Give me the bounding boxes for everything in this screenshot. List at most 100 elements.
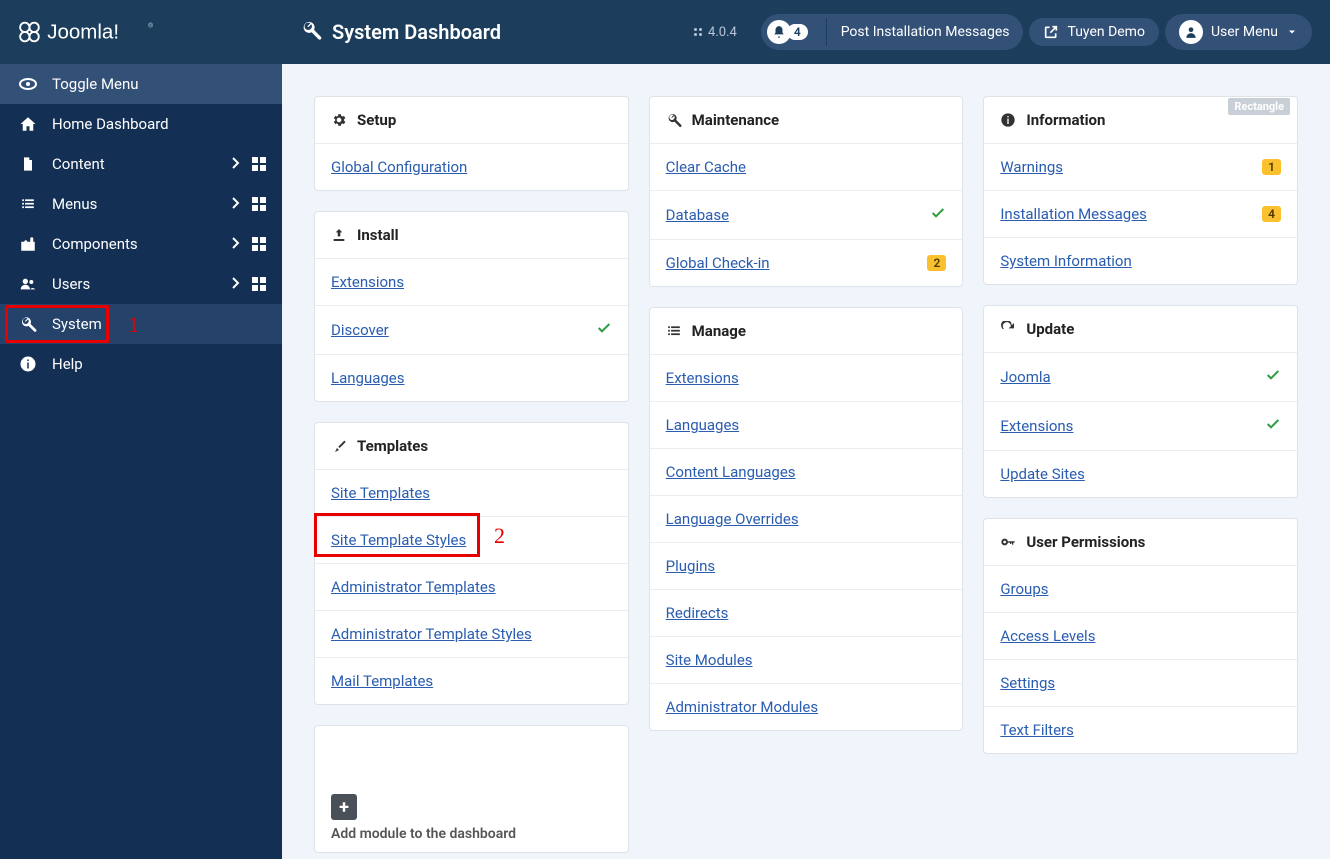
link-languages[interactable]: Languages [331,369,612,387]
card-link-row: Extensions [650,354,963,401]
link-global-configuration[interactable]: Global Configuration [331,158,612,176]
svg-text:Joomla!: Joomla! [47,21,119,44]
infod-icon [1000,112,1016,128]
card-link-row: Language Overrides [650,495,963,542]
card-link-row: Site Templates [315,469,628,516]
card-title: Information [1026,111,1105,129]
count-badge: 4 [1262,206,1281,222]
card-link-row: Languages [315,354,628,401]
count-badge: 2 [927,255,946,271]
sidebar-item-menus[interactable]: Menus [0,184,282,224]
link-database[interactable]: Database [666,206,931,224]
card-title: User Permissions [1026,533,1145,551]
check-icon [1265,367,1281,387]
joomla-logo-icon: Joomla!® [12,18,172,46]
toggle-icon [16,78,40,90]
version-indicator[interactable]: 4.0.4 [692,25,737,40]
card-information: InformationWarnings1Installation Message… [983,96,1298,285]
toggle-menu-label: Toggle Menu [52,75,139,93]
link-administrator-template-styles[interactable]: Administrator Template Styles [331,625,612,643]
key-icon [1000,534,1016,550]
card-install: Install Extensions Discover Languages [314,211,629,402]
card-setup: Setup Global Configuration [314,96,629,191]
link-extensions[interactable]: Extensions [331,273,612,291]
card-maintenance: MaintenanceClear CacheDatabaseGlobal Che… [649,96,964,287]
link-joomla[interactable]: Joomla [1000,368,1265,386]
link-mail-templates[interactable]: Mail Templates [331,672,612,690]
link-site-template-styles[interactable]: Site Template Styles [331,531,612,549]
link-site-templates[interactable]: Site Templates [331,484,612,502]
card-header: Install [315,212,628,258]
dashboard-grid-icon[interactable] [252,277,266,291]
link-access-levels[interactable]: Access Levels [1000,627,1281,645]
notifications-pill[interactable]: 4 Post Installation Messages [761,14,1024,50]
link-installation-messages[interactable]: Installation Messages [1000,205,1262,223]
users-icon [16,276,40,292]
link-clear-cache[interactable]: Clear Cache [666,158,947,176]
link-redirects[interactable]: Redirects [666,604,947,622]
link-update-sites[interactable]: Update Sites [1000,465,1281,483]
card-link-row: Global Configuration [315,143,628,190]
sidebar-item-home-dashboard[interactable]: Home Dashboard [0,104,282,144]
link-content-languages[interactable]: Content Languages [666,463,947,481]
refresh-icon [1000,321,1016,337]
card-link-row: Administrator Modules [650,683,963,730]
sidebar-item-users[interactable]: Users [0,264,282,304]
card-manage: Manage Extensions Languages Content Languag… [649,307,964,731]
chevron-right-icon [232,275,240,293]
user-icon [1179,20,1203,44]
card-title: Setup [357,111,396,129]
link-administrator-modules[interactable]: Administrator Modules [666,698,947,716]
card-title: Templates [357,437,428,455]
link-discover[interactable]: Discover [331,321,596,339]
link-settings[interactable]: Settings [1000,674,1281,692]
link-global-check-in[interactable]: Global Check-in [666,254,928,272]
card-link-row: Languages [650,401,963,448]
upload-icon [331,227,347,243]
link-groups[interactable]: Groups [1000,580,1281,598]
link-language-overrides[interactable]: Language Overrides [666,510,947,528]
page-title: System Dashboard [332,20,692,44]
link-system-information[interactable]: System Information [1000,252,1281,270]
card-link-row: Global Check-in2 [650,239,963,286]
dashboard-grid-icon[interactable] [252,157,266,171]
link-languages[interactable]: Languages [666,416,947,434]
card-title: Update [1026,320,1074,338]
link-site-modules[interactable]: Site Modules [666,651,947,669]
chevron-right-icon [232,155,240,173]
link-text-filters[interactable]: Text Filters [1000,721,1281,739]
sidebar-item-label: Components [52,235,232,253]
dashboard-grid-icon[interactable] [252,237,266,251]
link-warnings[interactable]: Warnings [1000,158,1262,176]
card-link-row: Installation Messages4 [984,190,1297,237]
user-menu-pill[interactable]: User Menu [1165,14,1312,50]
sidebar-item-components[interactable]: Components [0,224,282,264]
notifications-count: 4 [787,24,808,40]
link-extensions[interactable]: Extensions [666,369,947,387]
card-link-row: Access Levels [984,612,1297,659]
card-title: Manage [692,322,746,340]
link-plugins[interactable]: Plugins [666,557,947,575]
sidebar-item-system[interactable]: System [0,304,282,344]
card-link-row: System Information [984,237,1297,284]
card-update: Update Joomla Extensions Update Sites [983,305,1298,498]
card-link-row: Plugins [650,542,963,589]
dashboard-grid-icon[interactable] [252,197,266,211]
home-icon [16,115,40,133]
brand-logo[interactable]: Joomla!® [0,0,282,64]
link-extensions[interactable]: Extensions [1000,417,1265,435]
sidebar-item-label: Home Dashboard [52,115,266,133]
sidebar-item-content[interactable]: Content [0,144,282,184]
card-link-row: Clear Cache [650,143,963,190]
toggle-menu-button[interactable]: Toggle Menu [0,64,282,104]
add-module-button[interactable]: + [331,794,357,820]
card-link-row: Extensions [315,258,628,305]
wrenchd-icon [666,112,682,128]
sidebar-item-help[interactable]: Help [0,344,282,384]
site-link-pill[interactable]: Tuyen Demo [1029,18,1158,46]
site-name: Tuyen Demo [1067,24,1144,40]
card-header: Setup [315,97,628,143]
link-administrator-templates[interactable]: Administrator Templates [331,578,612,596]
sidebar-item-label: Content [52,155,232,173]
card-permissions: User PermissionsRectangleGroupsAccess Le… [983,518,1298,754]
